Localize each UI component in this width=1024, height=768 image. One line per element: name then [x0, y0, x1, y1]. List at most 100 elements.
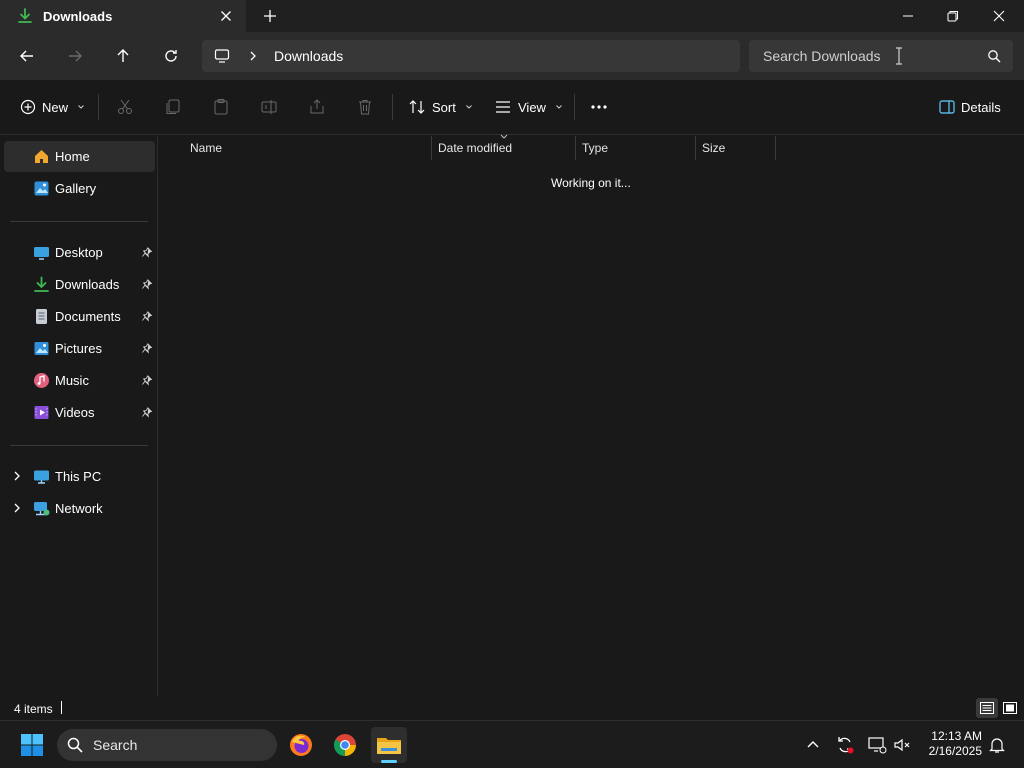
sidebar-item-label: Music	[55, 373, 89, 388]
pin-icon[interactable]	[141, 278, 153, 290]
sync-icon	[838, 737, 854, 754]
chevron-down-icon	[465, 105, 472, 109]
new-button[interactable]: New	[20, 96, 85, 118]
clipboard-icon	[214, 99, 228, 115]
home-icon	[33, 148, 50, 165]
tab-downloads[interactable]: Downloads	[0, 0, 246, 32]
refresh-icon	[165, 50, 177, 62]
videos-icon	[33, 404, 50, 421]
sidebar-item-network[interactable]: Network	[4, 493, 155, 524]
column-header-type[interactable]: Type	[582, 141, 608, 163]
minimize-button[interactable]	[885, 0, 931, 32]
chevron-right-icon[interactable]	[248, 49, 258, 63]
sidebar-item-label: Downloads	[55, 277, 120, 292]
cut-button[interactable]	[116, 96, 134, 118]
view-button[interactable]: View	[494, 96, 563, 118]
copy-button[interactable]	[164, 96, 182, 118]
chevron-right-icon[interactable]	[12, 502, 22, 514]
forward-button[interactable]	[63, 44, 87, 68]
share-button[interactable]	[308, 96, 326, 118]
arrow-left-icon	[20, 50, 33, 62]
tray-volume[interactable]	[890, 733, 914, 757]
windows-logo-icon	[21, 734, 43, 756]
tray-sync[interactable]	[833, 733, 857, 757]
address-bar[interactable]: Downloads	[202, 40, 740, 72]
search-input[interactable]: Search Downloads	[749, 40, 1013, 72]
start-button[interactable]	[20, 733, 44, 757]
large-icons-view-button[interactable]	[999, 698, 1021, 718]
sidebar-item-videos[interactable]: Videos	[4, 397, 155, 428]
more-horizontal-icon	[591, 105, 607, 109]
network-status-icon	[868, 737, 887, 754]
rename-button[interactable]	[260, 96, 278, 118]
close-window-button[interactable]	[976, 0, 1022, 32]
notifications-button[interactable]	[985, 733, 1009, 757]
more-options-button[interactable]	[590, 96, 608, 118]
pin-icon[interactable]	[141, 310, 153, 322]
taskbar-app-firefox[interactable]	[283, 727, 319, 763]
column-header-date-modified[interactable]: Date modified	[438, 141, 512, 163]
sidebar-item-this-pc[interactable]: This PC	[4, 461, 155, 492]
taskbar-search-label: Search	[93, 737, 138, 753]
sort-icon	[409, 100, 425, 114]
pin-icon[interactable]	[141, 406, 153, 418]
refresh-button[interactable]	[159, 44, 183, 68]
new-tab-icon[interactable]	[262, 8, 278, 24]
restore-button[interactable]	[930, 0, 976, 32]
sort-label: Sort	[432, 99, 456, 115]
close-tab-icon[interactable]	[218, 8, 234, 24]
sidebar-item-pictures[interactable]: Pictures	[4, 333, 155, 364]
taskbar-app-chrome[interactable]	[327, 727, 363, 763]
pin-icon[interactable]	[141, 374, 153, 386]
column-divider[interactable]	[695, 136, 696, 160]
breadcrumb-downloads[interactable]: Downloads	[274, 48, 343, 64]
rename-icon	[261, 100, 277, 114]
chevron-right-icon[interactable]	[12, 470, 22, 482]
bell-icon	[989, 738, 1005, 753]
search-icon[interactable]	[987, 49, 1001, 63]
folder-icon	[377, 738, 401, 754]
file-list[interactable]: Name Date modified Type Size Working on …	[159, 134, 1024, 696]
pin-icon[interactable]	[141, 342, 153, 354]
details-pane-button[interactable]: Details	[939, 96, 1001, 118]
sidebar-item-label: Gallery	[55, 181, 97, 196]
column-header-name[interactable]: Name	[190, 141, 222, 163]
arrow-right-icon	[69, 50, 82, 62]
taskbar-app-file-explorer[interactable]	[371, 727, 407, 763]
download-icon	[33, 276, 50, 293]
sidebar-item-downloads[interactable]: Downloads	[4, 269, 155, 300]
show-hidden-icons-button[interactable]	[801, 733, 825, 757]
clock-date: 2/16/2025	[928, 744, 982, 758]
item-count: 4 items	[14, 702, 53, 716]
taskbar-clock[interactable]: 12:13 AM 2/16/2025	[922, 729, 982, 759]
column-divider[interactable]	[575, 136, 576, 160]
tray-network[interactable]	[865, 733, 889, 757]
column-divider[interactable]	[775, 136, 776, 160]
running-indicator	[381, 760, 397, 763]
details-pane-icon	[939, 100, 955, 114]
copy-icon	[166, 99, 180, 114]
pin-icon[interactable]	[141, 246, 153, 258]
up-button[interactable]	[111, 44, 135, 68]
column-header-size[interactable]: Size	[702, 141, 725, 163]
back-button[interactable]	[15, 44, 39, 68]
delete-button[interactable]	[356, 96, 374, 118]
sidebar-item-gallery[interactable]: Gallery	[4, 173, 155, 204]
sidebar-item-label: Pictures	[55, 341, 102, 356]
sidebar-item-documents[interactable]: Documents	[4, 301, 155, 332]
sort-button[interactable]: Sort	[408, 96, 473, 118]
sidebar-item-desktop[interactable]: Desktop	[4, 237, 155, 268]
details-view-button[interactable]	[976, 698, 998, 718]
sidebar-item-home[interactable]: Home	[4, 141, 155, 172]
share-icon	[310, 99, 324, 114]
loading-message: Working on it...	[551, 176, 631, 190]
large-icons-view-icon	[1003, 702, 1017, 714]
title-bar: Downloads	[0, 0, 1024, 32]
details-label: Details	[961, 99, 1001, 115]
paste-button[interactable]	[212, 96, 230, 118]
sidebar-item-music[interactable]: Music	[4, 365, 155, 396]
divider	[98, 94, 99, 120]
divider	[392, 94, 393, 120]
taskbar-search[interactable]: Search	[57, 729, 277, 761]
column-divider[interactable]	[431, 136, 432, 160]
